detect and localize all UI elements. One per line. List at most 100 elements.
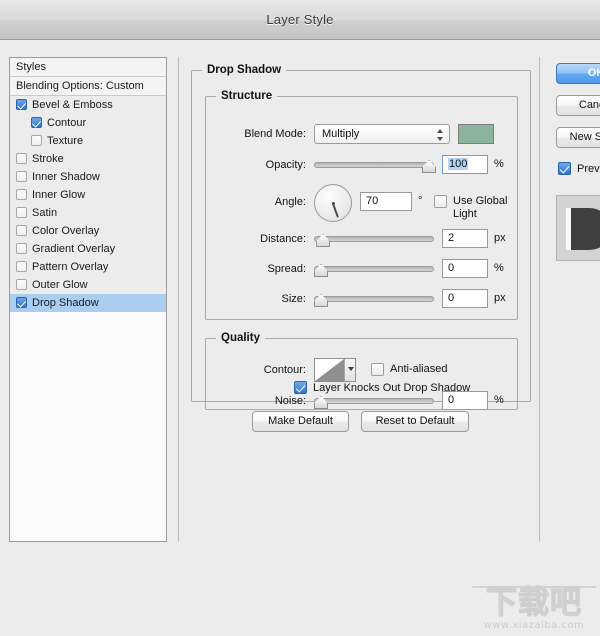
- layer-knocks-out-checkbox[interactable]: [294, 381, 307, 394]
- use-global-light-label: Use Global Light: [453, 195, 508, 220]
- use-global-light-checkbox[interactable]: [434, 195, 447, 208]
- effect-enable-checkbox[interactable]: [16, 189, 27, 200]
- drop-shadow-group: Drop Shadow Structure Blend Mode: Multip…: [191, 64, 531, 410]
- styles-list-header: Styles: [10, 58, 166, 77]
- chevron-down-icon[interactable]: [344, 359, 355, 381]
- styles-list-item-label: Satin: [32, 207, 58, 219]
- effect-enable-checkbox[interactable]: [16, 243, 27, 254]
- opacity-slider[interactable]: [314, 157, 436, 173]
- new-style-button[interactable]: New Style...: [556, 127, 600, 148]
- effect-enable-checkbox[interactable]: [16, 279, 27, 290]
- styles-list-item-label: Inner Shadow: [32, 171, 100, 183]
- spread-input[interactable]: 0: [442, 259, 488, 278]
- styles-list-item-label: Outer Glow: [32, 279, 88, 291]
- distance-slider[interactable]: [314, 231, 434, 247]
- size-slider-track: [314, 296, 434, 302]
- drop-shadow-settings-panel: Drop Shadow Structure Blend Mode: Multip…: [178, 57, 540, 542]
- styles-effect-list: Bevel & Emboss Contour Texture Stroke Inner …: [10, 96, 166, 312]
- angle-value: 70: [366, 195, 379, 207]
- watermark-rule: [472, 586, 596, 588]
- preview-shape: [566, 208, 600, 250]
- preview-label: Preview: [577, 163, 600, 175]
- cancel-button[interactable]: Cancel: [556, 95, 600, 116]
- styles-list-panel[interactable]: Styles Blending Options: Custom Bevel & …: [9, 57, 167, 542]
- effect-enable-checkbox[interactable]: [16, 99, 27, 110]
- blend-mode-label: Blend Mode:: [244, 128, 306, 140]
- styles-list-item[interactable]: Outer Glow: [10, 276, 166, 294]
- layer-style-dialog: Layer Style Styles Blending Options: Cus…: [0, 0, 600, 631]
- effect-enable-checkbox[interactable]: [16, 153, 27, 164]
- styles-list-item-label: Color Overlay: [32, 225, 100, 237]
- opacity-unit: %: [494, 158, 504, 170]
- effect-enable-checkbox[interactable]: [16, 225, 27, 236]
- opacity-slider-track: [314, 162, 434, 168]
- spread-slider[interactable]: [314, 261, 434, 277]
- blending-options-row[interactable]: Blending Options: Custom: [10, 77, 166, 96]
- styles-list-item-label: Gradient Overlay: [32, 243, 116, 255]
- size-slider[interactable]: [314, 291, 434, 307]
- styles-list-item-label: Texture: [47, 135, 84, 147]
- chevron-updown-icon: [436, 128, 444, 142]
- styles-list-item-label: Inner Glow: [32, 189, 86, 201]
- contour-label: Contour:: [263, 364, 306, 376]
- effect-enable-checkbox[interactable]: [16, 297, 27, 308]
- styles-list-item[interactable]: Inner Glow: [10, 186, 166, 204]
- styles-list-item[interactable]: Gradient Overlay: [10, 240, 166, 258]
- size-unit: px: [494, 292, 506, 304]
- structure-group: Structure Blend Mode: Multiply Opacity:: [205, 90, 518, 320]
- angle-input[interactable]: 70: [360, 192, 412, 211]
- effect-enable-checkbox[interactable]: [31, 135, 42, 146]
- angle-dial[interactable]: [314, 184, 352, 222]
- anti-aliased-checkbox[interactable]: [371, 363, 384, 376]
- ok-button[interactable]: OK: [556, 63, 600, 84]
- effect-enable-checkbox[interactable]: [16, 171, 27, 182]
- styles-list-item[interactable]: Color Overlay: [10, 222, 166, 240]
- size-label: Size:: [281, 293, 306, 305]
- distance-input[interactable]: 2: [442, 229, 488, 248]
- styles-list-item[interactable]: Inner Shadow: [10, 168, 166, 186]
- quality-group: Quality Contour: Anti-aliased Noise: 0 %: [205, 332, 518, 410]
- spread-unit: %: [494, 262, 504, 274]
- effect-enable-checkbox[interactable]: [16, 261, 27, 272]
- distance-value: 2: [448, 232, 455, 244]
- noise-label: Noise:: [274, 395, 306, 407]
- styles-list-item[interactable]: Contour: [10, 114, 166, 132]
- styles-list-item[interactable]: Stroke: [10, 150, 166, 168]
- styles-list-item[interactable]: Texture: [10, 132, 166, 150]
- styles-list-item[interactable]: Satin: [10, 204, 166, 222]
- preview-checkbox[interactable]: [558, 162, 571, 175]
- noise-value: 0: [448, 394, 455, 406]
- blending-options-label: Blending Options: Custom: [16, 80, 144, 92]
- angle-label: Angle:: [274, 196, 306, 208]
- structure-group-title: Structure: [221, 90, 273, 102]
- spread-label: Spread:: [267, 263, 306, 275]
- dialog-actions-panel: OK Cancel New Style... Preview: [541, 57, 600, 542]
- page-title: Layer Style: [266, 12, 334, 27]
- size-input[interactable]: 0: [442, 289, 488, 308]
- styles-list-item[interactable]: Bevel & Emboss: [10, 96, 166, 114]
- styles-list-item-label: Bevel & Emboss: [32, 99, 113, 111]
- effect-enable-checkbox[interactable]: [16, 207, 27, 218]
- styles-list-item[interactable]: Drop Shadow: [10, 294, 166, 312]
- blend-mode-select[interactable]: Multiply: [314, 124, 450, 144]
- opacity-input[interactable]: 100: [442, 155, 488, 174]
- blend-mode-value: Multiply: [322, 128, 360, 140]
- reset-to-default-button[interactable]: Reset to Default: [361, 411, 469, 432]
- drop-shadow-group-title: Drop Shadow: [207, 64, 282, 76]
- angle-dial-needle: [332, 202, 339, 218]
- styles-list-item[interactable]: Pattern Overlay: [10, 258, 166, 276]
- noise-slider[interactable]: [314, 393, 434, 409]
- quality-group-title: Quality: [221, 332, 260, 344]
- watermark-url: www.xiazaiba.com: [483, 620, 585, 631]
- distance-slider-track: [314, 236, 434, 242]
- shadow-color-swatch[interactable]: [458, 124, 494, 144]
- opacity-value: 100: [448, 158, 469, 170]
- contour-curve-thumbnail: [315, 359, 345, 381]
- make-default-button[interactable]: Make Default: [252, 411, 349, 432]
- dialog-body: Styles Blending Options: Custom Bevel & …: [0, 41, 600, 631]
- effect-enable-checkbox[interactable]: [31, 117, 42, 128]
- contour-picker[interactable]: [314, 358, 356, 382]
- watermark: 下载吧 www.xiazaiba.com: [472, 584, 596, 636]
- layer-knocks-out-label: Layer Knocks Out Drop Shadow: [313, 382, 471, 394]
- style-preview-thumbnail: [556, 195, 600, 261]
